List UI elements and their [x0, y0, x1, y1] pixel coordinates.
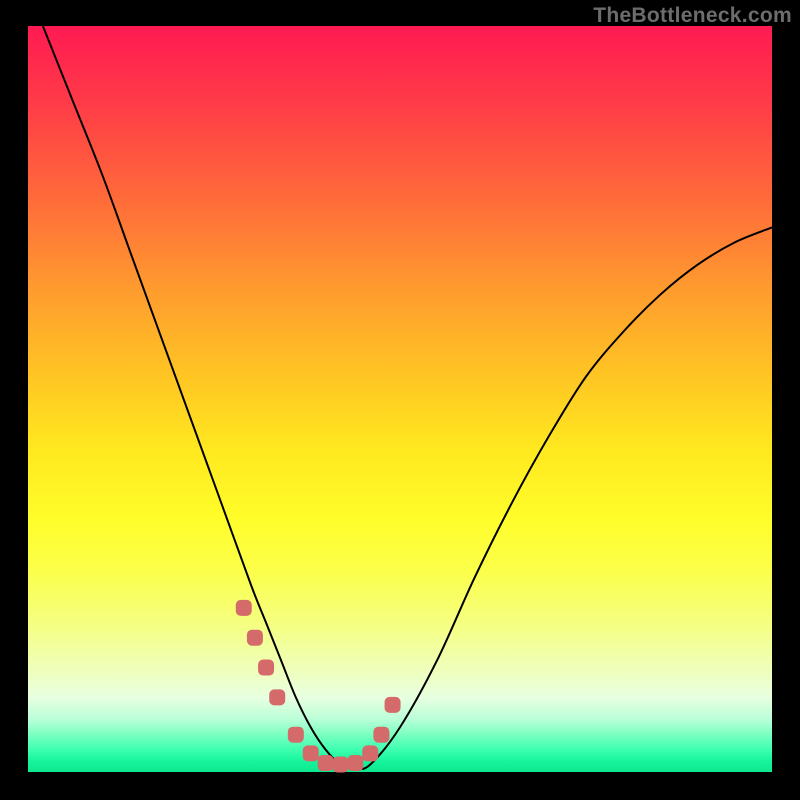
chart-frame: TheBottleneck.com	[0, 0, 800, 800]
watermark: TheBottleneck.com	[593, 4, 792, 28]
curve-layer	[28, 26, 772, 772]
bottleneck-curve	[43, 26, 772, 769]
curve-markers	[236, 600, 401, 773]
plot-area	[28, 26, 772, 772]
